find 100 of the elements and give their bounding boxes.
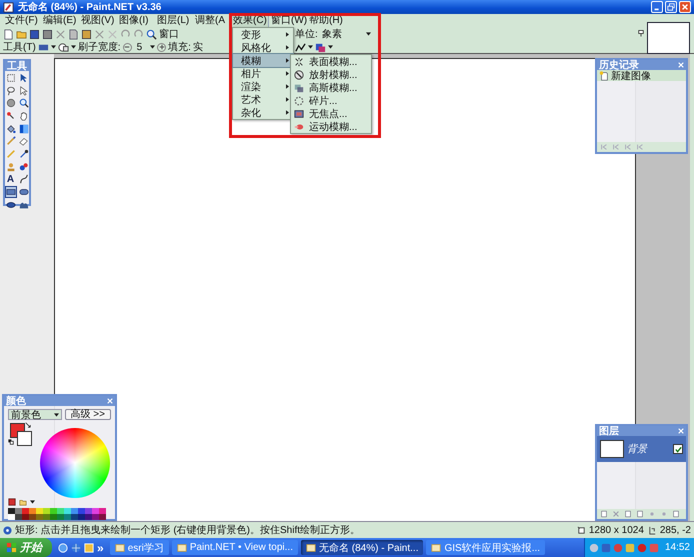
tool-button[interactable]	[18, 84, 30, 96]
swap-arrow-icon[interactable]	[25, 422, 31, 428]
palette-swatch[interactable]	[64, 508, 71, 514]
tray-icon[interactable]	[636, 542, 647, 552]
blend-mode-icon[interactable]	[315, 42, 326, 52]
palette-swatch[interactable]	[92, 508, 99, 514]
tool-button[interactable]	[18, 110, 30, 122]
tool-button[interactable]	[4, 72, 16, 84]
menu-entry[interactable]: 放射模糊...	[291, 68, 371, 81]
folder-icon[interactable]	[19, 498, 27, 506]
new-file-icon[interactable]	[3, 28, 14, 40]
minimize-button[interactable]	[651, 1, 663, 13]
palette-swatch[interactable]	[71, 514, 78, 520]
tool-button[interactable]	[18, 186, 30, 198]
menu-item[interactable]: 调整(A	[194, 14, 226, 27]
decrease-button[interactable]	[122, 42, 132, 52]
palette-swatch[interactable]	[99, 508, 106, 514]
palette-swatch[interactable]	[92, 514, 99, 520]
globe-icon[interactable]	[71, 542, 81, 552]
secondary-color-swatch[interactable]	[17, 431, 32, 446]
menu-item[interactable]: 视图(V)	[80, 14, 116, 27]
caret-icon[interactable]	[50, 45, 56, 49]
caret-icon[interactable]	[366, 32, 371, 36]
palette-swatch[interactable]	[85, 514, 92, 520]
palette-swatch[interactable]	[8, 508, 15, 514]
menu-entry[interactable]: 变形	[233, 28, 293, 41]
palette-swatch[interactable]	[85, 508, 92, 514]
menu-item[interactable]: 图层(L)	[156, 14, 190, 27]
menu-entry[interactable]: 运动模糊...	[291, 120, 371, 133]
tool-button[interactable]	[18, 97, 30, 110]
folder-icon[interactable]	[16, 28, 27, 40]
menu-item[interactable]: 编辑(E)	[42, 14, 78, 27]
image-thumbnail[interactable]	[647, 22, 690, 54]
menu-item[interactable]: 图像(I)	[118, 14, 150, 27]
caret-icon[interactable]	[70, 45, 76, 49]
increase-button[interactable]	[157, 42, 166, 52]
save-icon[interactable]	[29, 28, 40, 40]
tool-button[interactable]	[18, 122, 30, 134]
palette-swatch[interactable]	[15, 508, 22, 514]
caret-icon[interactable]	[30, 500, 35, 504]
palette-swatch[interactable]	[15, 514, 22, 520]
menu-entry[interactable]: 模糊	[233, 54, 293, 67]
tool-button[interactable]	[4, 84, 16, 96]
palette-swatch[interactable]	[8, 514, 15, 520]
line-style-icon[interactable]	[295, 42, 306, 52]
taskbar-button[interactable]: 无命名 (84%) - Paint...	[301, 540, 424, 555]
taskbar-button[interactable]: Paint.NET • View topi...	[172, 540, 298, 555]
reset-colors-icon[interactable]	[8, 439, 14, 445]
palette-swatch[interactable]	[50, 508, 57, 514]
menu-entry[interactable]: 艺术	[233, 93, 293, 106]
palette-swatch[interactable]	[50, 514, 57, 520]
menu-entry[interactable]: 碎片...	[291, 94, 371, 107]
caret-icon[interactable]	[308, 45, 313, 49]
visibility-checkbox[interactable]	[673, 444, 683, 454]
delete-icon[interactable]	[612, 510, 620, 518]
close-icon[interactable]	[107, 398, 113, 404]
menu-item[interactable]: 文件(F)	[4, 14, 39, 27]
taskbar-button[interactable]: GIS软件应用实验报...	[426, 540, 546, 555]
palette-swatch[interactable]	[36, 514, 43, 520]
more-button[interactable]: 高级 >>	[64, 409, 111, 420]
menu-entry[interactable]: 杂化	[233, 106, 293, 119]
text-tool-button[interactable]: A	[4, 174, 16, 186]
caret-icon[interactable]	[150, 45, 156, 49]
tool-button[interactable]	[18, 148, 30, 160]
tool-button[interactable]	[18, 174, 30, 186]
tool-button[interactable]	[18, 160, 30, 172]
color-mode-dropdown[interactable]: 前景色	[8, 409, 62, 420]
palette-swatch[interactable]	[71, 508, 78, 514]
palette-swatch[interactable]	[99, 514, 106, 520]
layer-row[interactable]: 背景	[597, 436, 686, 462]
tool-button[interactable]	[4, 97, 16, 110]
close-icon[interactable]	[678, 62, 684, 68]
magnifier-icon[interactable]	[146, 28, 157, 40]
menu-entry[interactable]: 表面模糊...	[291, 55, 371, 68]
palette-swatch[interactable]	[43, 514, 50, 520]
palette-swatch[interactable]	[36, 508, 43, 514]
units-dropdown[interactable]: 象素	[320, 28, 373, 40]
palette-swatch[interactable]	[57, 514, 64, 520]
menu-entry[interactable]: 渲染	[233, 80, 293, 93]
tool-button[interactable]	[18, 72, 30, 84]
menu-entry[interactable]: 相片	[233, 67, 293, 80]
menu-entry[interactable]: 风格化	[233, 41, 293, 54]
taskbar-button[interactable]: esri学习	[110, 540, 169, 555]
fill-value[interactable]: 实	[192, 40, 203, 54]
palette-swatch[interactable]	[78, 514, 85, 520]
tool-button[interactable]	[4, 122, 16, 134]
close-icon[interactable]	[678, 428, 684, 434]
menu-entry[interactable]: 无焦点...	[291, 107, 371, 120]
palette-swatch[interactable]	[22, 514, 29, 520]
palette-swatch[interactable]	[57, 508, 64, 514]
brush-width-field[interactable]: 5	[134, 42, 148, 52]
shapes-icon[interactable]	[58, 42, 69, 52]
caret-icon[interactable]	[328, 45, 333, 49]
tool-button[interactable]	[4, 186, 16, 198]
palette-swatch[interactable]	[64, 514, 71, 520]
restore-button[interactable]	[665, 1, 677, 13]
add-layer-icon[interactable]	[600, 510, 608, 518]
palette-swatch[interactable]	[29, 514, 36, 520]
history-item[interactable]: 新建图像	[597, 70, 686, 81]
palette-swatch[interactable]	[43, 508, 50, 514]
